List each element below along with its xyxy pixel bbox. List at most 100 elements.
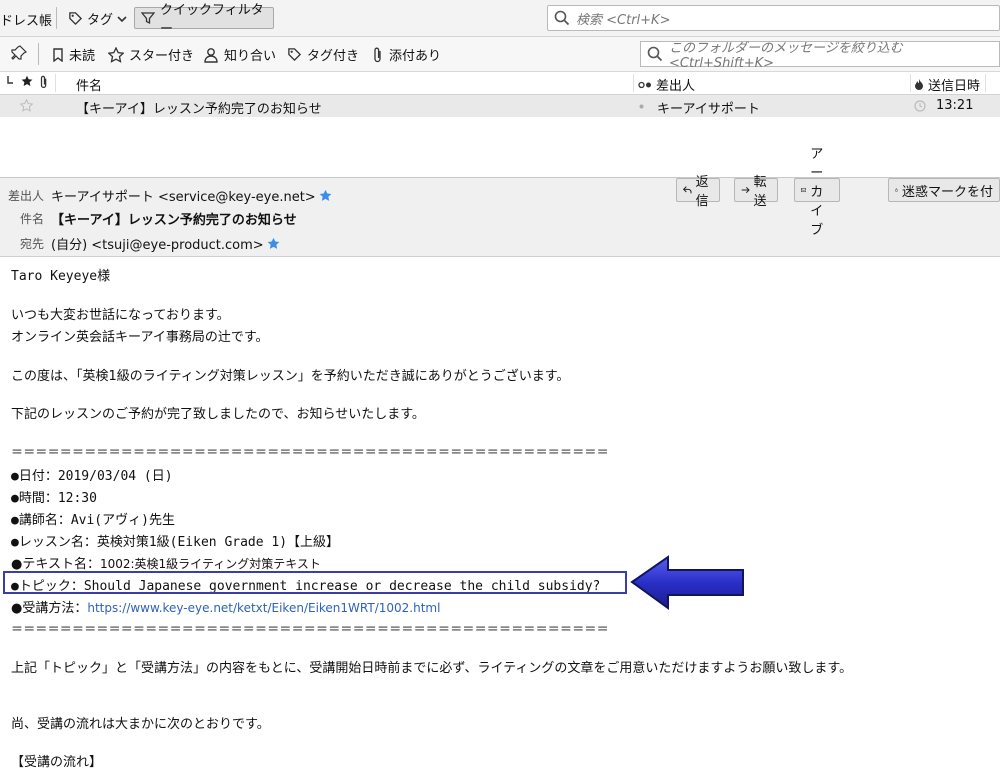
- lesson-date: ●日付：2019/03/04 (日): [11, 469, 173, 484]
- from-value: キーアイサポート <service@key-eye.net>: [51, 190, 316, 205]
- quick-filter-bar: 未読 スター付き 知り合い タグ付き 添付あり このフォルダーのメッセージを絞り…: [0, 37, 1000, 72]
- body-line: 【受講の流れ】: [11, 755, 103, 770]
- attachment-column-button[interactable]: [39, 75, 49, 89]
- unread-filter-button[interactable]: 未読: [52, 45, 95, 64]
- body-line: 尚、受講の流れは大まかに次のとおりです。: [11, 717, 270, 732]
- from-label: 差出人: [8, 189, 45, 203]
- paperclip-icon: [40, 75, 47, 89]
- lesson-method: ●受講方法：https://www.key-eye.net/ketxt/Eike…: [11, 597, 440, 616]
- sticky-pin-button[interactable]: [11, 45, 27, 61]
- lesson-text-label: ●テキスト名：: [11, 557, 100, 572]
- tag-menu-label: タグ: [87, 13, 114, 28]
- junk-button[interactable]: 迷惑マークを付: [888, 178, 1000, 202]
- column-divider: [910, 74, 911, 92]
- reply-label: 返信: [695, 175, 709, 209]
- message-header: 差出人 キーアイサポート <service@key-eye.net> 件名 【キ…: [0, 147, 1000, 257]
- global-search-input[interactable]: 検索 <Ctrl+K>: [547, 5, 1000, 31]
- read-status-icon: [638, 81, 651, 88]
- chevron-down-icon: [117, 14, 127, 24]
- main-toolbar: ドレス帳 タグ クイックフィルター 検索 <Ctrl+K>: [0, 0, 1000, 37]
- star-icon: [108, 46, 124, 63]
- table-row[interactable]: 【キーアイ】レッスン予約完了のお知らせ キーアイサポート 13:21: [0, 95, 1000, 117]
- separator-line: ＝＝＝＝＝＝＝＝＝＝＝＝＝＝＝＝＝＝＝＝＝＝＝＝＝＝＝＝＝＝＝＝＝＝＝＝＝＝＝＝…: [11, 622, 609, 636]
- attachment-filter-button[interactable]: 添付あり: [372, 45, 441, 64]
- lesson-text: ●テキスト名：1002:英検1級ライティング対策テキスト: [11, 553, 321, 572]
- subject-label: 件名: [20, 212, 45, 226]
- column-divider: [985, 74, 986, 92]
- thread-icon: [7, 76, 13, 84]
- search-placeholder: 検索 <Ctrl+K>: [576, 12, 671, 28]
- row-date: 13:21: [936, 98, 974, 113]
- forward-button[interactable]: 転送: [734, 175, 779, 209]
- lesson-name: ●レッスン名：英検対策1級(Eiken Grade 1)【上級】: [11, 535, 340, 550]
- junk-icon: [915, 79, 923, 90]
- toolbar-separator: [56, 7, 57, 29]
- starred-filter-button[interactable]: スター付き: [108, 45, 194, 64]
- pointer-arrow-icon: [630, 554, 746, 610]
- body-line: 下記のレッスンのご予約が完了致しましたので、お知らせいたします。: [11, 407, 425, 422]
- flame-icon: [895, 188, 898, 192]
- to-label: 宛先: [20, 237, 45, 251]
- reply-button[interactable]: 返信: [676, 175, 721, 209]
- archive-label: アーカイブ: [810, 146, 824, 238]
- tagged-filter-label: タグ付き: [307, 49, 360, 64]
- body-line: オンライン英会話キーアイ事務局の辻です。: [11, 330, 269, 345]
- tagged-filter-button[interactable]: タグ付き: [287, 45, 359, 64]
- junk-status-icon[interactable]: [914, 100, 926, 112]
- tag-icon: [68, 11, 83, 26]
- forward-icon: [741, 186, 750, 194]
- thread-list-empty-area: [0, 117, 1000, 178]
- to-field[interactable]: (自分) <tsuji@eye-product.com>: [51, 234, 280, 253]
- from-field[interactable]: キーアイサポート <service@key-eye.net>: [51, 186, 332, 205]
- starred-filter-label: スター付き: [129, 49, 195, 64]
- star-icon[interactable]: [267, 237, 280, 250]
- star-icon: [21, 75, 33, 86]
- tag-menu-button[interactable]: タグ: [68, 9, 127, 28]
- star-column-button[interactable]: [21, 75, 33, 87]
- topic-highlight-box: [3, 571, 627, 594]
- column-divider: [633, 74, 634, 92]
- thread-list-header: 件名 差出人 送信日時: [0, 72, 1000, 95]
- filter-separator: [38, 43, 39, 65]
- greeting: Taro Keyeye様: [11, 269, 111, 284]
- separator-line: ＝＝＝＝＝＝＝＝＝＝＝＝＝＝＝＝＝＝＝＝＝＝＝＝＝＝＝＝＝＝＝＝＝＝＝＝＝＝＝＝…: [11, 445, 609, 459]
- filter-icon: [141, 11, 155, 25]
- bookmark-icon: [53, 47, 63, 62]
- lesson-teacher: ●講師名：Avi(アヴィ)先生: [11, 513, 175, 528]
- tag-icon: [288, 48, 302, 62]
- contacts-filter-button[interactable]: 知り合い: [203, 45, 276, 64]
- row-from: キーアイサポート: [657, 102, 760, 117]
- date-column-label: 送信日時: [928, 79, 981, 94]
- read-dot-icon[interactable]: [639, 104, 644, 109]
- archive-icon: [801, 187, 807, 193]
- quick-filter-button[interactable]: クイックフィルター: [134, 3, 274, 37]
- forward-label: 転送: [753, 175, 767, 209]
- archive-button[interactable]: アーカイブ: [794, 147, 840, 238]
- address-book-button[interactable]: ドレス帳: [0, 10, 52, 29]
- lesson-text-value: 1002:英検1級ライティング対策テキスト: [99, 557, 321, 571]
- from-column-header[interactable]: 差出人: [638, 75, 695, 94]
- junk-label: 迷惑マークを付: [901, 184, 993, 200]
- pin-icon: [11, 45, 27, 60]
- contact-icon: [204, 47, 218, 63]
- lesson-time: ●時間：12:30: [11, 491, 97, 506]
- thread-column-button[interactable]: [5, 75, 15, 89]
- contacts-filter-label: 知り合い: [224, 49, 277, 64]
- column-divider: [55, 74, 56, 92]
- row-subject: 【キーアイ】レッスン予約完了のお知らせ: [76, 102, 322, 117]
- paperclip-icon: [374, 47, 381, 62]
- date-column-header[interactable]: 送信日時: [914, 75, 980, 94]
- quick-filter-label: クイックフィルター: [160, 3, 264, 37]
- folder-search-input[interactable]: このフォルダーのメッセージを絞り込む <Ctrl+Shift+K>: [640, 41, 1000, 71]
- star-icon[interactable]: [319, 189, 332, 202]
- search-icon: [647, 46, 663, 62]
- reply-icon: [683, 186, 692, 194]
- from-column-label: 差出人: [656, 79, 696, 94]
- body-line: いつも大変お世話になっております。: [11, 308, 230, 323]
- subject-column-header[interactable]: 件名: [76, 75, 102, 94]
- star-toggle-icon[interactable]: [20, 99, 33, 112]
- to-value: (自分) <tsuji@eye-product.com>: [51, 238, 264, 253]
- folder-search-placeholder: このフォルダーのメッセージを絞り込む <Ctrl+Shift+K>: [669, 41, 903, 71]
- search-icon: [554, 10, 570, 26]
- lesson-method-link[interactable]: https://www.key-eye.net/ketxt/Eiken/Eike…: [87, 601, 440, 615]
